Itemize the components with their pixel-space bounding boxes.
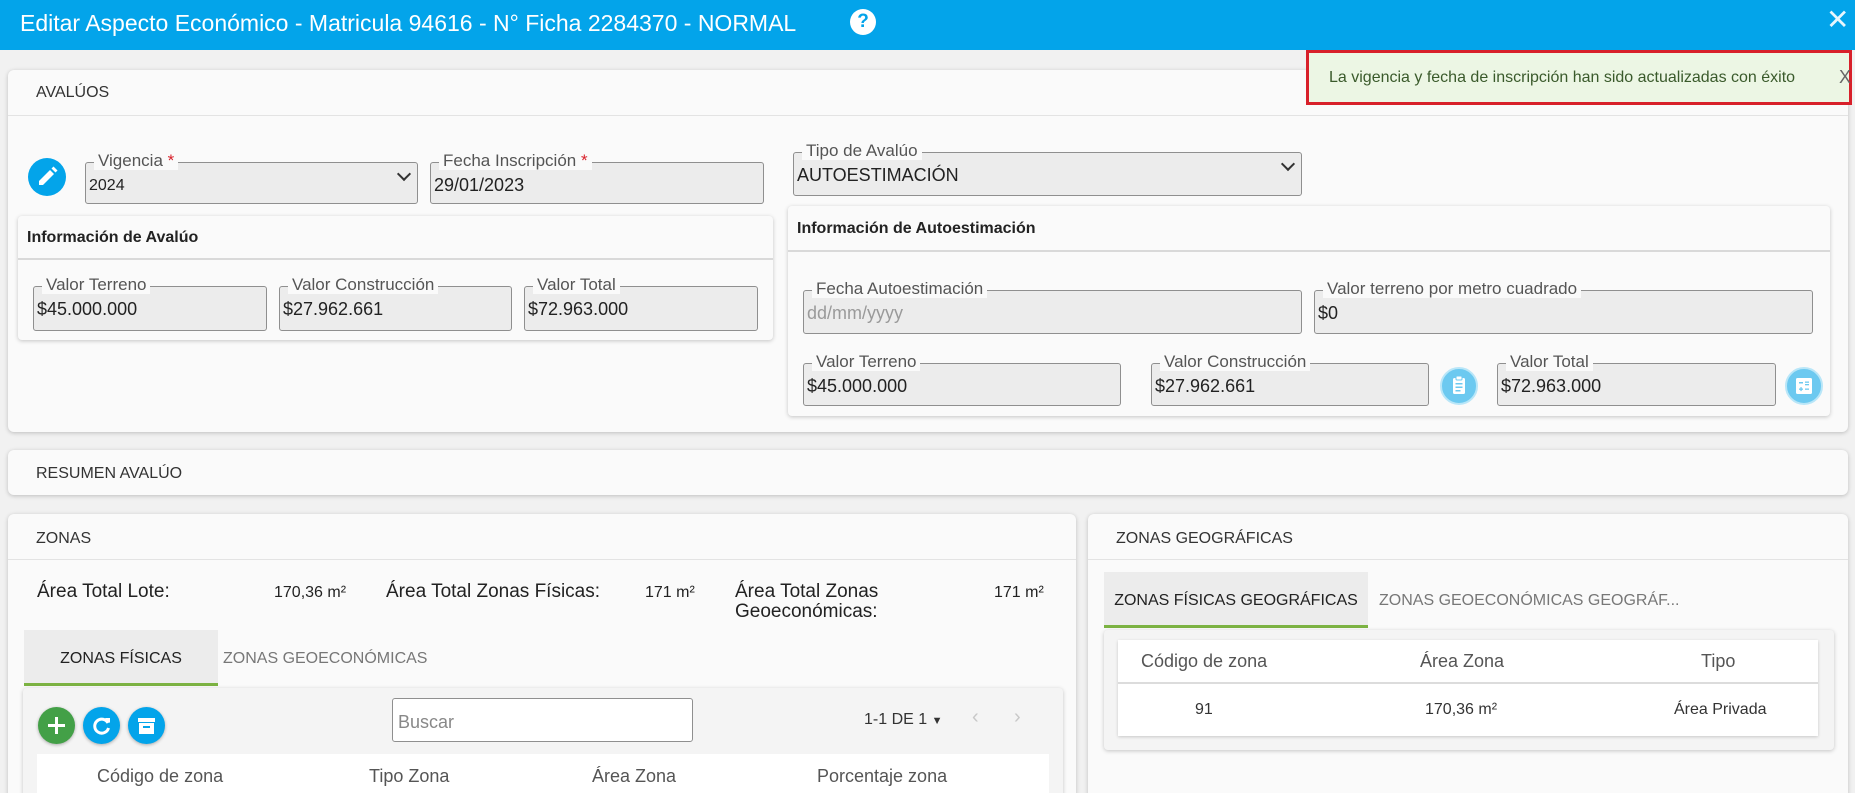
auto-valor-terreno-field[interactable]: Valor Terreno $45.000.000 [803, 353, 1121, 406]
valor-terreno-value: $45.000.000 [37, 299, 138, 319]
col-tipo-zona[interactable]: Tipo Zona [369, 766, 449, 787]
plus-icon [48, 717, 65, 734]
valor-terreno-label: Valor Terreno [42, 276, 151, 294]
caret-down-icon: ▼ [931, 715, 943, 727]
fecha-inscripcion-label: Fecha Inscripción [443, 151, 577, 170]
zonas-geograficas-header: ZONAS GEOGRÁFICAS [1088, 514, 1848, 560]
col-codigo-zona[interactable]: Código de zona [97, 766, 223, 787]
calculator-icon [1796, 378, 1812, 394]
fecha-autoestimacion-field[interactable]: Fecha Autoestimación dd/mm/yyyy [803, 280, 1302, 334]
auto-valor-terreno-label: Valor Terreno [812, 353, 921, 371]
valor-total-label: Valor Total [533, 276, 620, 294]
auto-valor-construccion-field[interactable]: Valor Construcción $27.962.661 [1151, 353, 1429, 406]
search-placeholder: Buscar [398, 712, 455, 732]
valor-total-field[interactable]: Valor Total $72.963.000 [524, 276, 758, 331]
geo-col-codigo-zona[interactable]: Código de zona [1141, 651, 1267, 672]
calculator-button[interactable] [1785, 367, 1823, 405]
valor-m2-value: $0 [1318, 303, 1339, 323]
valor-total-value: $72.963.000 [528, 299, 629, 319]
row-codigo: 91 [1195, 701, 1213, 718]
valor-terreno-field[interactable]: Valor Terreno $45.000.000 [33, 276, 267, 331]
clipboard-button[interactable] [1440, 367, 1478, 405]
toast-close-button[interactable]: X [1839, 67, 1851, 88]
tipo-avaluo-label: Tipo de Avalúo [802, 142, 922, 160]
auto-valor-total-label: Valor Total [1506, 353, 1593, 371]
valor-construccion-field[interactable]: Valor Construcción $27.962.661 [279, 276, 512, 331]
chevron-down-icon [396, 166, 412, 182]
pagination-selector[interactable]: 1-1 DE 1 ▼ [864, 711, 942, 729]
archive-button[interactable] [128, 707, 165, 744]
pencil-icon [39, 166, 58, 185]
refresh-button[interactable] [83, 707, 120, 744]
fecha-autoestimacion-label: Fecha Autoestimación [812, 280, 988, 298]
zonas-geo-header-divider [1118, 682, 1818, 684]
required-mark: * [167, 151, 175, 170]
tipo-avaluo-value: AUTOESTIMACIÓN [797, 165, 959, 185]
tab-zonas-geoeconomicas-geograficas[interactable]: ZONAS GEOECONÓMICAS GEOGRÁF... [1368, 572, 1679, 628]
row-area: 170,36 m² [1425, 701, 1498, 718]
auto-valor-terreno-value: $45.000.000 [807, 376, 908, 396]
close-icon[interactable]: ✕ [1826, 3, 1849, 36]
area-total-fisicas-label: Área Total Zonas Físicas: [386, 581, 601, 602]
edit-button[interactable] [28, 158, 66, 196]
area-total-lote-label: Área Total Lote: [37, 581, 170, 602]
zonas-tabs: ZONAS FÍSICAS ZONAS GEOECONÓMICAS [24, 630, 1064, 686]
success-toast: La vigencia y fecha de inscripción han s… [1306, 50, 1852, 105]
valor-m2-label: Valor terreno por metro cuadrado [1323, 280, 1582, 298]
tipo-avaluo-select[interactable]: Tipo de Avalúo AUTOESTIMACIÓN [793, 142, 1302, 196]
geo-col-area-zona[interactable]: Área Zona [1420, 651, 1504, 672]
area-total-lote-value: 170,36 m² [274, 584, 347, 601]
window-title: Editar Aspecto Económico - Matricula 946… [20, 10, 797, 36]
vigencia-select[interactable]: Vigencia * 2024 [85, 152, 418, 204]
tab-zonas-fisicas-geograficas[interactable]: ZONAS FÍSICAS GEOGRÁFICAS [1104, 572, 1368, 628]
row-tipo: Área Privada [1674, 701, 1767, 718]
geo-col-tipo[interactable]: Tipo [1701, 651, 1735, 672]
prev-page-icon[interactable]: ‹ [972, 706, 979, 729]
search-input[interactable]: Buscar [392, 698, 693, 742]
next-page-icon[interactable]: › [1014, 706, 1021, 729]
auto-valor-total-value: $72.963.000 [1501, 376, 1602, 396]
clipboard-icon [1453, 375, 1465, 394]
refresh-icon [93, 717, 110, 735]
table-row[interactable]: 91 170,36 m² Área Privada [1118, 686, 1818, 736]
auto-valor-total-field[interactable]: Valor Total $72.963.000 [1497, 353, 1776, 406]
pagination-text: 1-1 DE 1 [864, 711, 928, 728]
fecha-inscripcion-value: 29/01/2023 [434, 175, 525, 195]
info-avaluo-title: Información de Avalúo [18, 216, 773, 260]
fecha-autoestimacion-placeholder: dd/mm/yyyy [807, 303, 904, 323]
info-autoestimacion-title: Información de Autoestimación [788, 206, 1830, 252]
fecha-inscripcion-field[interactable]: Fecha Inscripción * 29/01/2023 [430, 152, 764, 204]
vigencia-value: 2024 [89, 177, 125, 194]
col-area-zona[interactable]: Área Zona [592, 766, 676, 787]
col-porcentaje-zona[interactable]: Porcentaje zona [817, 766, 947, 787]
tab-zonas-fisicas[interactable]: ZONAS FÍSICAS [24, 630, 218, 686]
vigencia-label: Vigencia [98, 151, 163, 170]
zonas-geo-tabs: ZONAS FÍSICAS GEOGRÁFICAS ZONAS GEOECONÓ… [1104, 572, 1834, 628]
toast-message: La vigencia y fecha de inscripción han s… [1329, 69, 1796, 86]
auto-valor-construccion-label: Valor Construcción [1160, 353, 1311, 371]
resumen-avaluo-panel[interactable]: RESUMEN AVALÚO [8, 450, 1848, 495]
area-total-geo-label: Área Total Zonas Geoeconómicas: [735, 581, 879, 622]
area-total-geo-value: 171 m² [994, 584, 1044, 601]
valor-m2-field[interactable]: Valor terreno por metro cuadrado $0 [1314, 280, 1813, 334]
resumen-avaluo-header[interactable]: RESUMEN AVALÚO [8, 450, 1848, 496]
zonas-header: ZONAS [8, 514, 1076, 560]
auto-valor-construccion-value: $27.962.661 [1155, 376, 1256, 396]
chevron-down-icon [1280, 156, 1296, 172]
help-icon[interactable]: ? [850, 9, 876, 35]
area-total-fisicas-value: 171 m² [645, 584, 695, 601]
valor-construccion-label: Valor Construcción [288, 276, 439, 294]
add-button[interactable] [38, 707, 75, 744]
window-titlebar: Editar Aspecto Económico - Matricula 946… [0, 0, 1855, 50]
tab-zonas-geoeconomicas[interactable]: ZONAS GEOECONÓMICAS [218, 630, 427, 686]
valor-construccion-value: $27.962.661 [283, 299, 384, 319]
required-mark: * [580, 151, 588, 170]
archive-icon [138, 718, 155, 734]
